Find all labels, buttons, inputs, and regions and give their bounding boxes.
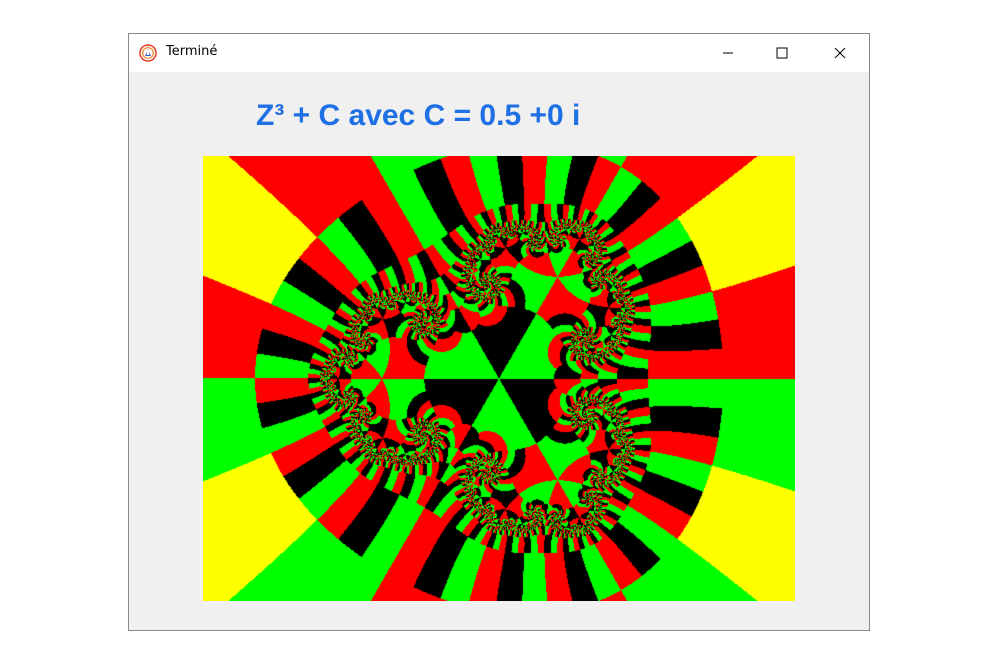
title-bar[interactable]: Terminé <box>129 34 869 72</box>
app-logo-icon <box>139 44 157 62</box>
maximize-icon <box>776 47 788 59</box>
minimize-icon <box>722 47 734 59</box>
window-title: Terminé <box>166 44 218 59</box>
close-button[interactable] <box>817 34 863 72</box>
julia-fractal-image <box>203 156 795 601</box>
minimize-button[interactable] <box>705 34 751 72</box>
fractal-heading: Z³ + C avec C = 0.5 +0 i <box>256 99 581 132</box>
maximize-button[interactable] <box>759 34 805 72</box>
app-window: Terminé Z³ + C avec C = 0.5 +0 i <box>128 33 870 631</box>
close-icon <box>834 47 846 59</box>
